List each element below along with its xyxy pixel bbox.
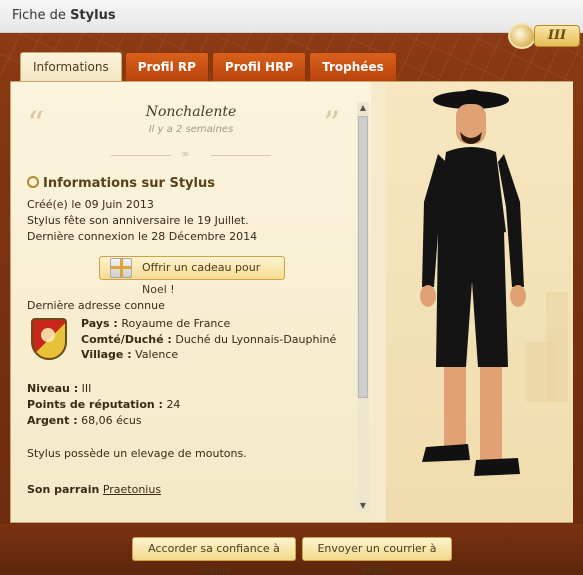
scroll-up-icon[interactable]: ▲: [357, 102, 369, 114]
level-badge: III: [508, 23, 580, 49]
title-prefix: Fiche de: [12, 8, 66, 23]
tab-bar: Informations Profil RP Profil HRP Trophé…: [20, 52, 397, 82]
coat-of-arms-icon: [31, 318, 67, 360]
created-date: Créé(e) le 09 Juin 2013: [27, 198, 154, 211]
tab-profil-rp[interactable]: Profil RP: [124, 52, 209, 81]
tab-profil-hrp[interactable]: Profil HRP: [211, 52, 307, 81]
coin-icon: [508, 23, 536, 49]
avatar-panel: [386, 82, 573, 522]
scroll-thumb[interactable]: [358, 116, 368, 398]
address-comte: Comté/Duché : Duché du Lyonnais-Dauphiné: [81, 333, 337, 346]
address-village: Village : Valence: [81, 348, 179, 361]
grant-confidence-button[interactable]: Accorder sa confiance à Stylus: [132, 537, 296, 575]
scroll-down-icon[interactable]: ▼: [357, 500, 369, 512]
send-mail-button[interactable]: Envoyer un courrier à Stylus: [302, 537, 452, 575]
birthday-text: Stylus fête son anniversaire le 19 Juill…: [27, 214, 249, 227]
stat-argent: Argent : 68,06 écus: [27, 414, 142, 427]
last-login: Dernière connexion le 28 Décembre 2014: [27, 230, 258, 243]
gift-button[interactable]: Offrir un cadeau pour Noel !: [99, 256, 285, 296]
info-column: “ ” Nonchalente Il y a 2 semaines ∞ Info…: [11, 82, 371, 522]
stat-niveau: Niveau : III: [27, 382, 92, 395]
info-icon: [27, 176, 39, 188]
level-label: III: [534, 25, 580, 47]
description: Stylus possède un elevage de moutons.: [27, 447, 247, 460]
tab-trophees[interactable]: Trophées: [309, 52, 397, 81]
gift-icon: [110, 258, 132, 278]
mood-time: Il y a 2 semaines: [148, 124, 234, 135]
sponsor-link[interactable]: Praetonius: [103, 483, 161, 496]
tab-informations[interactable]: Informations: [20, 52, 122, 82]
avatar-figure: [420, 89, 526, 476]
content-panel: “ ” Nonchalente Il y a 2 semaines ∞ Info…: [10, 81, 573, 523]
ornament-divider: ∞: [111, 149, 271, 160]
title-name: Stylus: [70, 8, 116, 23]
mood-text: Nonchalente: [145, 104, 237, 120]
address-pays: Pays : Royaume de France: [81, 317, 231, 330]
window-title: Fiche de Stylus: [12, 8, 116, 23]
stat-reputation: Points de réputation : 24: [27, 398, 181, 411]
scrollbar[interactable]: ▲ ▼: [357, 102, 369, 512]
sponsor: Son parrain Praetonius: [27, 483, 162, 496]
address-heading: Dernière adresse connue: [27, 299, 165, 312]
window-titlebar: Fiche de Stylus: [0, 0, 583, 33]
section-title: Informations sur Stylus: [27, 176, 215, 191]
